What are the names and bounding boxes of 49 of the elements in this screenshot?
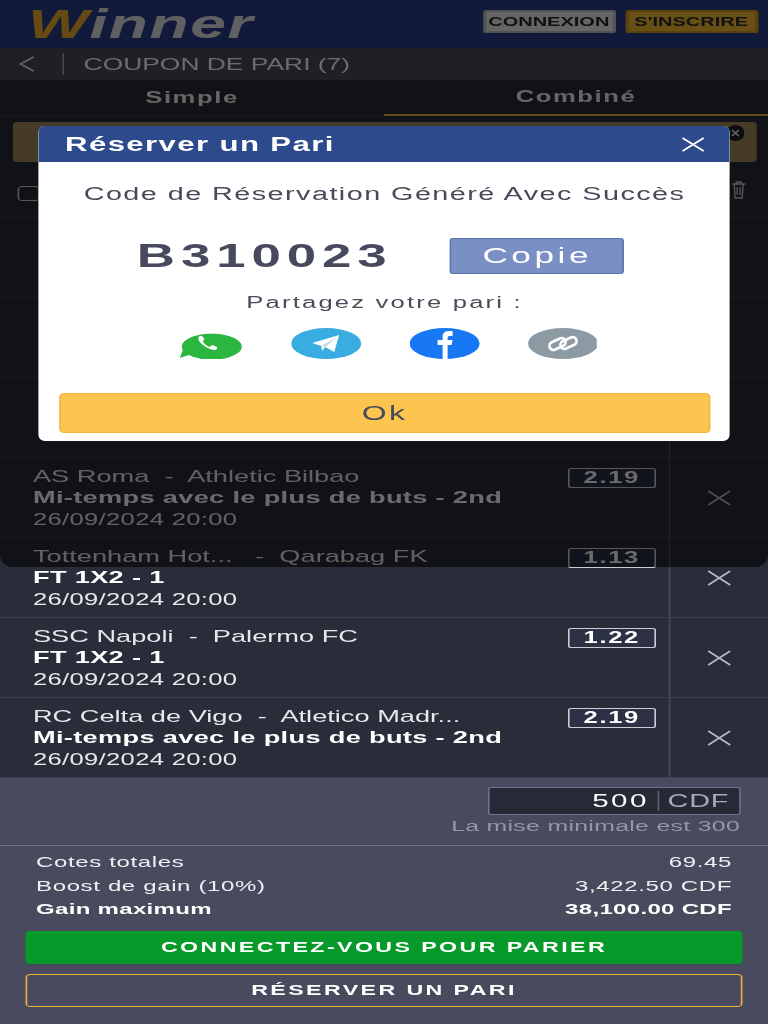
reservation-code: B310023 — [136, 237, 393, 275]
match-date: 26/09/2024 20:00 — [32, 590, 239, 610]
link-icon[interactable] — [527, 328, 598, 359]
odds-badge: 2.19 — [568, 468, 656, 488]
summary-value: 69.45 — [668, 853, 732, 871]
match-date: 26/09/2024 20:00 — [32, 670, 239, 690]
facebook-icon[interactable] — [409, 328, 480, 359]
summary-value: 38,100.00 CDF — [565, 900, 732, 918]
match-teams: Tottenham Hot... - Qarabag FK — [32, 546, 429, 567]
back-icon[interactable] — [17, 55, 36, 73]
trash-icon[interactable] — [730, 180, 746, 199]
remove-icon[interactable] — [706, 729, 731, 746]
logo[interactable]: Winner — [28, 6, 254, 42]
close-icon[interactable] — [682, 136, 706, 152]
login-to-bet-button[interactable]: CONNECTEZ-VOUS POUR PARIER — [24, 930, 744, 964]
tab[interactable]: Simple — [0, 80, 384, 116]
coupon-title: COUPON DE PARI (7) — [83, 54, 351, 74]
summary-label: Boost de gain (10%) — [36, 876, 266, 894]
currency-label: CDF — [666, 790, 731, 812]
reserve-bet-button[interactable]: RÉSERVER UN PARI — [24, 973, 744, 1007]
remove-icon[interactable] — [706, 649, 731, 666]
match-teams: SSC Napoli - Palermo FC — [32, 626, 359, 647]
summary-label: Gain maximum — [36, 900, 212, 918]
stake-input[interactable]: 500 CDF — [487, 787, 740, 815]
bet-market: FT 1X2 - 1 — [32, 567, 166, 589]
share-label: Partagez votre pari : — [245, 294, 524, 312]
success-message: Code de Réservation Généré Avec Succès — [82, 184, 687, 204]
summary-value: 3,422.50 CDF — [574, 876, 732, 894]
match-teams: RC Celta de Vigo - Atletico Madr... — [32, 706, 462, 727]
match-date: 26/09/2024 20:00 — [32, 750, 239, 770]
ok-button[interactable]: Ok — [59, 393, 711, 433]
bet-market: Mi-temps avec le plus de buts - 2nd — [32, 487, 504, 509]
tab[interactable]: Combiné — [384, 80, 768, 116]
match-date: 26/09/2024 20:00 — [32, 510, 239, 530]
bet-market: Mi-temps avec le plus de buts - 2nd — [32, 727, 504, 749]
match-teams: AS Roma - Athletic Bilbao — [32, 466, 361, 487]
odds-badge: 1.22 — [568, 628, 656, 648]
bet-market: FT 1X2 - 1 — [32, 647, 166, 669]
odds-badge: 1.13 — [568, 548, 656, 568]
remove-icon[interactable] — [706, 569, 731, 586]
stake-value: 500 — [592, 791, 659, 811]
minimum-stake-hint: La mise minimale est 300 — [451, 817, 740, 835]
telegram-icon[interactable] — [291, 328, 362, 359]
dialog-title: Réserver un Pari — [65, 132, 335, 156]
summary-label: Cotes totales — [36, 853, 185, 871]
odds-badge: 2.19 — [568, 708, 656, 728]
login-button[interactable]: CONNEXION — [482, 10, 616, 33]
copy-button[interactable]: Copie — [450, 238, 625, 274]
register-button[interactable]: S'INSCRIRE — [624, 10, 758, 33]
